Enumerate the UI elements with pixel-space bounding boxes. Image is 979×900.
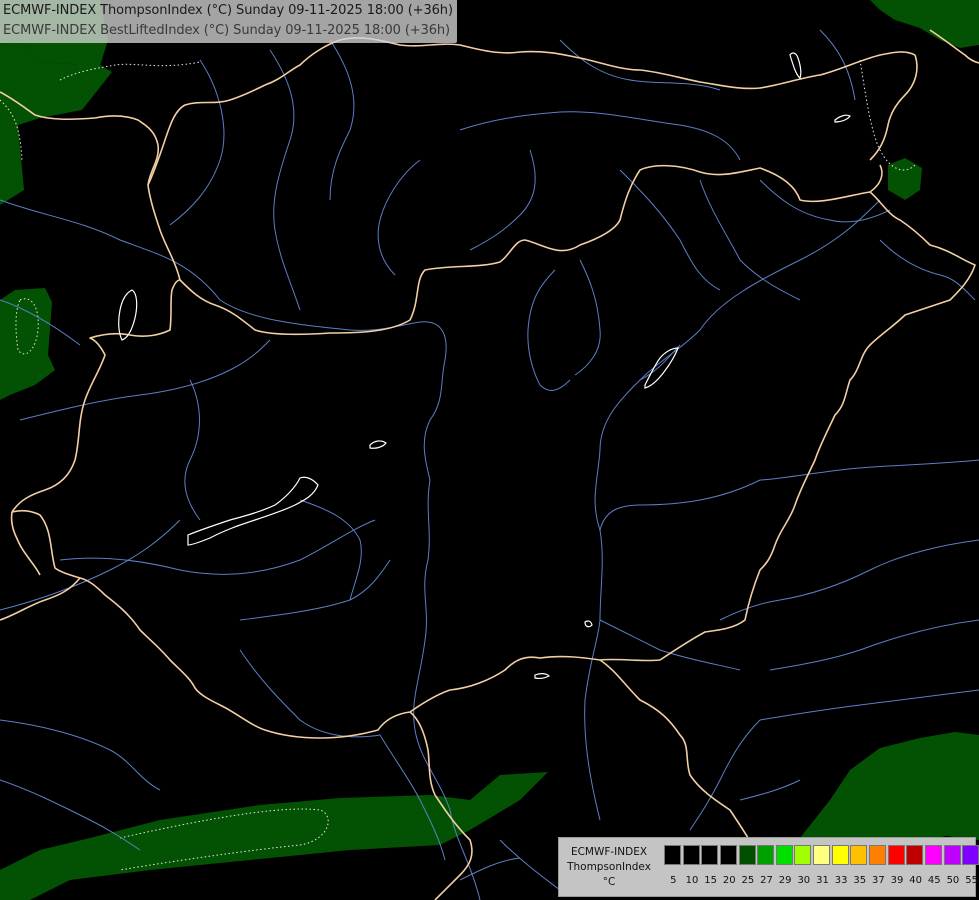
legend-tick-labels: 51015202527293031333537394045505560 <box>664 875 979 887</box>
map-title-box: ECMWF-INDEX ThompsonIndex (°C) Sunday 09… <box>0 0 457 43</box>
legend-swatch <box>701 845 719 865</box>
legend-swatch <box>794 845 812 865</box>
legend-tick-label: 29 <box>778 875 792 886</box>
legend-swatch <box>775 845 793 865</box>
legend-tick-label: 50 <box>946 875 960 886</box>
legend-swatch <box>924 845 942 865</box>
legend-parameter-label: ThompsonIndex <box>567 861 651 873</box>
legend-swatch <box>738 845 756 865</box>
legend-tick-label: 45 <box>927 875 941 886</box>
legend-tick-label: 25 <box>741 875 755 886</box>
legend-tick-label: 55 <box>965 875 978 886</box>
map-title-best-lifted-index: ECMWF-INDEX BestLiftedIndex (°C) Sunday … <box>3 23 451 38</box>
legend-tick-label: 30 <box>797 875 811 886</box>
legend-tick-label: 37 <box>872 875 885 886</box>
legend-tick-label: 20 <box>722 875 736 886</box>
color-legend: ECMWF-INDEX ThompsonIndex °C 5 10 15 20 25 27… <box>558 837 979 897</box>
legend-tick-label: 35 <box>853 875 867 886</box>
legend-swatch <box>813 845 831 865</box>
legend-tick-label: 27 <box>760 875 773 886</box>
legend-swatch <box>887 845 905 865</box>
legend-tick-label: 15 <box>704 875 717 886</box>
legend-swatch <box>850 845 868 865</box>
legend-tick-label: 5 <box>670 875 677 886</box>
legend-swatch <box>664 845 681 865</box>
legend-swatch <box>831 845 849 865</box>
legend-swatch <box>962 845 979 865</box>
legend-swatch <box>943 845 961 865</box>
legend-swatch <box>906 845 924 865</box>
legend-tick-label: 40 <box>909 875 923 886</box>
legend-swatch <box>869 845 887 865</box>
legend-tick-label: 39 <box>890 875 904 886</box>
legend-tick-label: 33 <box>834 875 848 886</box>
map-title-thompson-index: ECMWF-INDEX ThompsonIndex (°C) Sunday 09… <box>3 3 453 18</box>
legend-unit-label: °C <box>602 876 616 888</box>
legend-color-swatches <box>664 845 979 865</box>
legend-tick-label: 10 <box>685 875 699 886</box>
legend-swatch <box>682 845 700 865</box>
legend-tick-label: 31 <box>816 875 829 886</box>
legend-source-label: ECMWF-INDEX <box>570 846 648 858</box>
legend-swatch <box>757 845 775 865</box>
legend-swatch <box>719 845 737 865</box>
weather-map <box>0 0 979 900</box>
